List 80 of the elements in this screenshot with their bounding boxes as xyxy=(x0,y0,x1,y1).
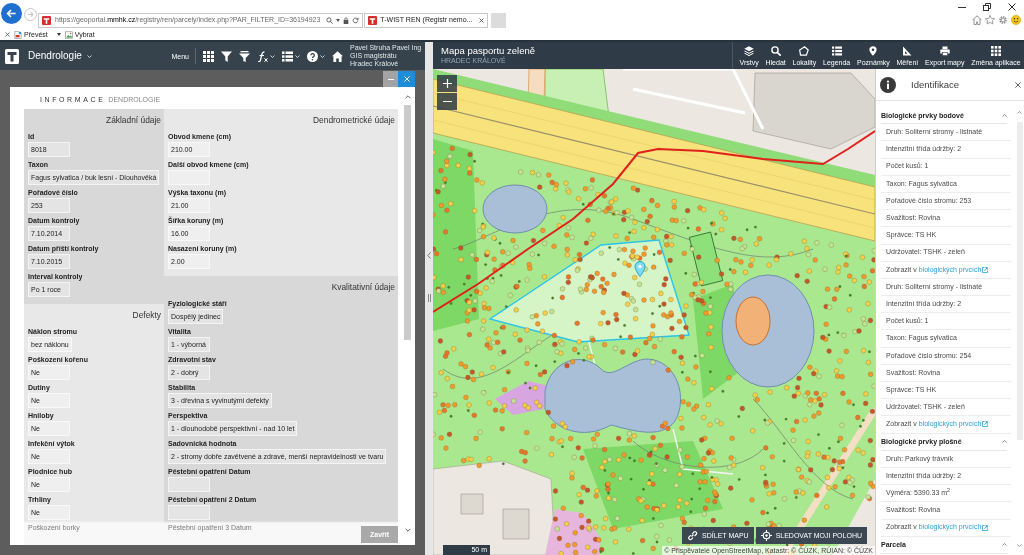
info-icon xyxy=(880,76,896,93)
restore-icon[interactable] xyxy=(983,3,991,11)
polygon-icon xyxy=(799,45,810,56)
chevron-down-icon xyxy=(295,54,300,58)
layers-icon xyxy=(744,45,755,56)
arrow-left-icon xyxy=(6,8,17,19)
minus-icon xyxy=(442,101,452,102)
chevron-down-icon xyxy=(270,54,275,58)
list-icon xyxy=(282,50,293,62)
close-icon[interactable] xyxy=(1008,3,1016,11)
minimize-icon[interactable] xyxy=(958,6,966,8)
value-field xyxy=(168,505,210,520)
picture-icon xyxy=(64,30,73,39)
logo-icon xyxy=(5,48,19,64)
funnel-icon xyxy=(221,50,232,62)
home-button[interactable] xyxy=(332,50,343,62)
chevron-down-icon[interactable] xyxy=(1017,544,1022,547)
scrollbar-thumb[interactable] xyxy=(404,105,411,340)
back-button[interactable] xyxy=(1,3,22,24)
document-icon xyxy=(14,30,22,39)
chevron-up-icon[interactable] xyxy=(1017,111,1022,114)
logo-icon xyxy=(368,16,378,25)
search-icon[interactable] xyxy=(326,17,334,24)
function-icon xyxy=(257,50,268,62)
app-title-button[interactable]: Dendrologie xyxy=(28,51,92,61)
function-button[interactable] xyxy=(257,50,275,62)
close-icon[interactable] xyxy=(5,32,10,37)
home-icon xyxy=(332,50,343,62)
map-pin-icon xyxy=(868,45,879,56)
zoom-out-button[interactable] xyxy=(437,93,457,110)
grid-icon xyxy=(990,45,1001,56)
help-button[interactable] xyxy=(307,50,325,62)
funnel-button[interactable] xyxy=(239,50,250,62)
funnel-icon xyxy=(239,50,250,62)
refresh-icon[interactable] xyxy=(352,17,360,24)
panel-title: Identifikace xyxy=(911,78,960,91)
close-icon[interactable] xyxy=(479,18,485,23)
crosshair-icon xyxy=(760,530,772,541)
smiley-icon[interactable] xyxy=(1011,15,1021,25)
chevron-up-icon[interactable] xyxy=(404,95,411,99)
lock-icon xyxy=(343,17,350,24)
section-title: Kvalitativní údaje xyxy=(330,281,395,294)
home-icon[interactable] xyxy=(972,15,982,25)
section-title: Základní údaje xyxy=(105,114,161,127)
gear-icon[interactable] xyxy=(998,15,1008,25)
help-icon xyxy=(307,50,318,62)
caret-down-icon xyxy=(56,33,61,36)
close-button[interactable] xyxy=(1015,81,1021,88)
link-icon xyxy=(687,530,699,541)
plus-icon xyxy=(442,79,452,88)
list-button[interactable] xyxy=(282,50,300,62)
caret-down-icon[interactable] xyxy=(336,19,341,22)
external-link-icon xyxy=(982,524,989,531)
logo-icon xyxy=(42,16,51,25)
section-title: Dendrometrické údaje xyxy=(312,114,395,127)
map-app-title: Mapa pasportu zeleně xyxy=(441,45,535,56)
close-icon xyxy=(1015,81,1021,88)
chevron-left-icon[interactable] xyxy=(427,252,431,259)
chevron-down-icon xyxy=(320,54,325,58)
chevron-down-icon[interactable] xyxy=(404,528,411,532)
close-button[interactable] xyxy=(398,71,415,87)
external-link-icon xyxy=(982,266,989,273)
grid-icon xyxy=(203,50,214,62)
list-icon xyxy=(831,45,842,56)
map-pin-icon xyxy=(634,261,646,277)
star-icon[interactable] xyxy=(985,15,995,25)
grid-button[interactable] xyxy=(203,50,214,62)
printer-icon xyxy=(939,45,950,56)
arrow-right-icon xyxy=(27,11,34,18)
section-title: Defekty xyxy=(131,309,161,322)
funnel-button[interactable] xyxy=(221,50,232,62)
minimize-icon xyxy=(387,78,394,80)
zoom-in-button[interactable] xyxy=(437,75,457,92)
close-icon xyxy=(403,76,410,82)
value-field xyxy=(168,477,210,492)
chevron-down-icon xyxy=(86,54,92,58)
external-link-icon xyxy=(982,421,989,428)
search-icon xyxy=(770,45,781,56)
minimize-button[interactable] xyxy=(383,71,398,87)
grip-icon[interactable] xyxy=(427,294,431,302)
